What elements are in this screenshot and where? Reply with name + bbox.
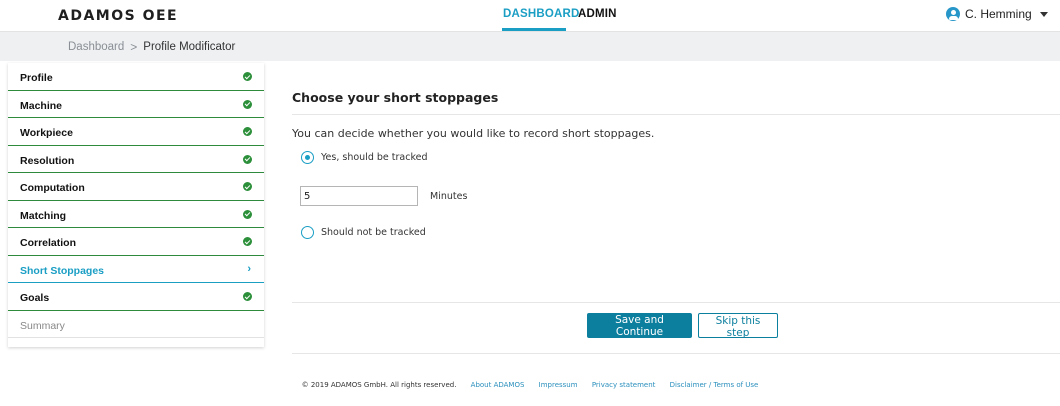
nav-admin[interactable]: ADMIN xyxy=(578,8,617,20)
user-menu[interactable]: C. Hemming xyxy=(946,7,1048,21)
check-circle-icon xyxy=(243,99,252,109)
user-name: C. Hemming xyxy=(965,7,1032,21)
minutes-label: Minutes xyxy=(430,191,468,202)
chevron-right-icon: › xyxy=(247,262,251,275)
radio-label-yes: Yes, should be tracked xyxy=(321,152,428,163)
sidebar-item-label: Correlation xyxy=(20,237,77,249)
skip-step-button[interactable]: Skip this step xyxy=(698,313,778,339)
check-circle-icon xyxy=(243,237,252,246)
breadcrumb-current: Profile Modificator xyxy=(143,41,236,53)
sidebar-item-label: Machine xyxy=(20,99,63,112)
radio-button-selected[interactable] xyxy=(301,151,314,164)
footer-link-about[interactable]: About ADAMOS xyxy=(471,381,525,389)
breadcrumb-dashboard[interactable]: Dashboard xyxy=(68,41,124,53)
sidebar-item-workpiece[interactable]: Workpiece xyxy=(8,118,264,146)
title-divider xyxy=(292,114,1060,115)
minutes-input[interactable] xyxy=(300,186,418,206)
chevron-down-icon xyxy=(1039,11,1048,17)
sidebar-item-label: Matching xyxy=(20,209,67,222)
sidebar-item-goals[interactable]: Goals xyxy=(8,283,264,311)
description-text: You can decide whether you would like to… xyxy=(292,127,655,140)
sidebar-item-correlation[interactable]: Correlation xyxy=(8,228,264,256)
radio-label-no: Should not be tracked xyxy=(321,227,426,238)
check-circle-icon xyxy=(243,292,252,301)
check-circle-icon xyxy=(243,182,252,191)
sidebar-item-resolution[interactable]: Resolution xyxy=(8,146,264,173)
adamos-oee-logo[interactable]: ADAMOS OEE xyxy=(58,8,178,24)
check-circle-icon xyxy=(243,72,252,81)
check-circle-icon xyxy=(243,127,252,136)
radio-option-no[interactable]: Should not be tracked xyxy=(301,226,426,239)
sidebar-item-matching[interactable]: Matching xyxy=(8,201,264,228)
nav-dashboard[interactable]: DASHBOARD xyxy=(503,8,580,20)
sidebar-item-computation[interactable]: Computation xyxy=(8,173,264,201)
footer-link-disclaimer[interactable]: Disclaimer / Terms of Use xyxy=(670,381,759,389)
footer: © 2019 ADAMOS GmbH. All rights reserved.… xyxy=(0,381,1060,389)
step-sidebar: Profile Machine Workpiece Resolution Com… xyxy=(8,63,264,347)
breadcrumb: Dashboard > Profile Modificator xyxy=(68,40,235,54)
breadcrumb-separator-icon: > xyxy=(130,40,138,54)
footer-link-privacy[interactable]: Privacy statement xyxy=(592,381,656,389)
sidebar-item-label: Resolution xyxy=(20,154,75,167)
actions-divider-top xyxy=(292,302,1060,303)
sidebar-item-label: Computation xyxy=(20,182,85,194)
top-navigation-bar: ADAMOS OEE DASHBOARD ADMIN C. Hemming xyxy=(0,0,1060,32)
sidebar-item-profile[interactable]: Profile xyxy=(8,63,264,91)
sidebar-item-short-stoppages[interactable]: Short Stoppages › xyxy=(8,256,264,283)
actions-divider-bottom xyxy=(292,353,1060,354)
page-title: Choose your short stoppages xyxy=(292,90,499,105)
sidebar-item-label: Profile xyxy=(20,72,53,84)
check-circle-icon xyxy=(243,154,252,164)
sidebar-item-summary[interactable]: Summary xyxy=(8,311,264,338)
nav-active-indicator xyxy=(502,28,566,31)
sidebar-item-label: Short Stoppages xyxy=(20,264,105,277)
breadcrumb-bar: Dashboard > Profile Modificator xyxy=(0,32,1060,61)
footer-copyright: © 2019 ADAMOS GmbH. All rights reserved. xyxy=(301,381,457,389)
sidebar-item-label: Goals xyxy=(20,292,50,304)
radio-option-yes[interactable]: Yes, should be tracked xyxy=(301,151,427,164)
footer-link-impressum[interactable]: Impressum xyxy=(539,381,578,389)
save-and-continue-button[interactable]: Save and Continue xyxy=(587,313,692,338)
sidebar-item-machine[interactable]: Machine xyxy=(8,91,264,118)
check-circle-icon xyxy=(243,209,252,219)
sidebar-item-label: Summary xyxy=(20,319,65,332)
user-avatar-icon xyxy=(946,7,960,21)
sidebar-item-label: Workpiece xyxy=(20,127,73,139)
radio-button-unselected[interactable] xyxy=(301,226,314,239)
